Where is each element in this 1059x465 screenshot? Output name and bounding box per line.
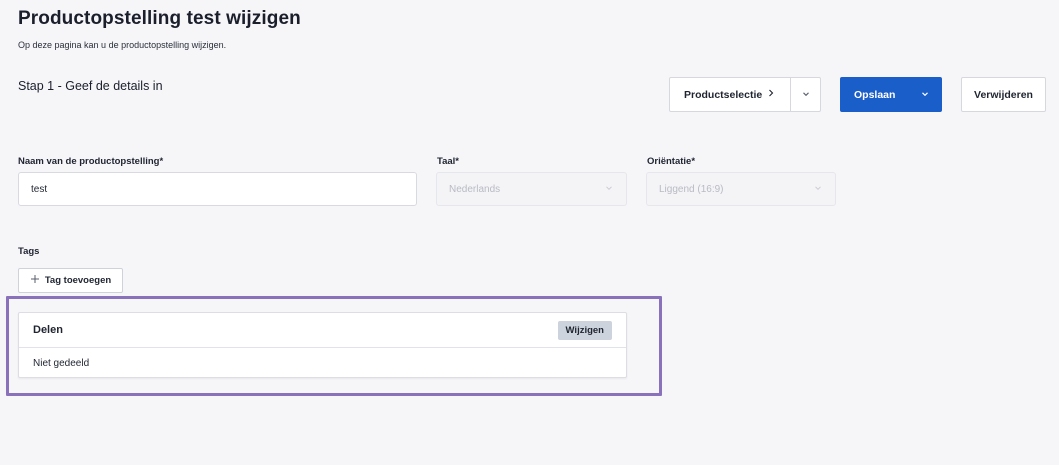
plus-icon [30,274,40,287]
chevron-down-icon [801,86,811,104]
add-tag-button[interactable]: Tag toevoegen [18,268,123,293]
product-selection-label: Productselectie [684,88,763,101]
chevron-down-icon [813,183,823,196]
chevron-down-icon [920,86,930,104]
tags-label: Tags [18,246,40,257]
save-split-button: Opslaan [840,77,942,112]
name-input[interactable]: test [18,172,417,206]
delete-button[interactable]: Verwijderen [961,77,1046,112]
product-selection-button[interactable]: Productselectie [670,78,790,111]
share-panel-title: Delen [33,324,63,336]
name-field-label: Naam van de productopstelling* [18,156,164,167]
add-tag-label: Tag toevoegen [44,275,112,286]
edit-sharing-button[interactable]: Wijzigen [557,320,612,340]
orientation-select[interactable]: Liggend (16:9) [646,172,836,206]
share-panel: Delen Wijzigen Niet gedeeld [18,312,627,378]
save-button[interactable]: Opslaan [840,77,908,112]
step-title: Stap 1 - Geef de details in [18,79,163,93]
language-select[interactable]: Nederlands [436,172,627,206]
product-selection-split-button: Productselectie [669,77,821,112]
share-panel-header: Delen Wijzigen [19,313,626,348]
orientation-field-label: Oriëntatie* [647,156,696,167]
language-field-label: Taal* [437,156,460,167]
product-selection-dropdown-button[interactable] [790,78,820,111]
save-dropdown-button[interactable] [908,77,942,112]
share-status: Niet gedeeld [33,357,90,369]
page-subtitle: Op deze pagina kan u de productopstellin… [18,40,227,50]
page-title: Productopstelling test wijzigen [18,8,301,29]
language-select-value: Nederlands [449,183,501,195]
orientation-select-value: Liggend (16:9) [659,183,724,195]
chevron-right-icon [766,88,776,101]
chevron-down-icon [604,183,614,196]
